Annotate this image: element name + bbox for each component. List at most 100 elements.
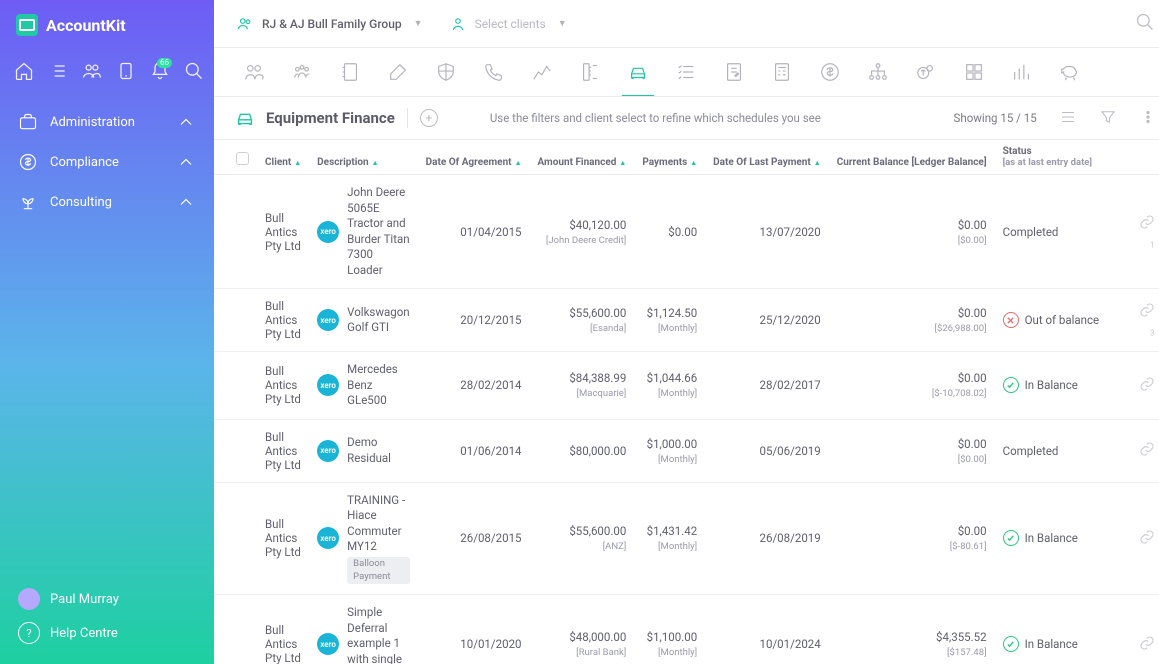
cell-client: Bull Antics Pty Ltd xyxy=(257,175,309,289)
link-icon xyxy=(1139,534,1155,548)
col-status[interactable]: Status[as at last entry date] xyxy=(995,140,1131,175)
xero-icon: xero xyxy=(317,633,339,655)
cell-last-payment: 26/08/2019 xyxy=(705,482,829,595)
cell-date-agreement: 28/02/2014 xyxy=(418,352,530,420)
table-row[interactable]: Bull Antics Pty LtdxeroDemo Residual01/0… xyxy=(214,419,1159,482)
nav-label: Compliance xyxy=(50,155,119,170)
page-title: Equipment Finance xyxy=(234,107,395,129)
home-icon[interactable] xyxy=(14,60,34,82)
tool-edit-doc-icon[interactable] xyxy=(722,60,746,84)
cell-description: xeroDemo Residual xyxy=(309,419,417,482)
tool-growth-icon[interactable] xyxy=(530,60,554,84)
cell-payments: $1,100.00[Monthly] xyxy=(634,595,705,664)
filter-icon[interactable] xyxy=(1099,108,1117,129)
tool-bars-icon[interactable] xyxy=(1010,60,1034,84)
cell-status: Completed xyxy=(995,175,1131,289)
cell-date-agreement: 26/08/2015 xyxy=(418,482,530,595)
cell-link[interactable]: 3 xyxy=(1131,289,1159,352)
tool-shield-icon[interactable] xyxy=(434,60,458,84)
cell-amount: $80,000.00 xyxy=(530,419,635,482)
table-row[interactable]: Bull Antics Pty LtdxeroMercedes Benz GLe… xyxy=(214,352,1159,420)
tool-group-icon[interactable] xyxy=(290,60,314,84)
nav-label: Administration xyxy=(50,115,135,130)
sidebar-footer: Paul Murray ? Help Centre xyxy=(0,568,214,664)
tool-grid-icon[interactable] xyxy=(962,60,986,84)
rows-view-icon[interactable] xyxy=(1059,108,1077,129)
nav-administration[interactable]: Administration xyxy=(0,102,214,142)
table-row[interactable]: Bull Antics Pty LtdxeroTRAINING - Hiace … xyxy=(214,482,1159,595)
showing-count: Showing 15 / 15 xyxy=(954,111,1037,125)
chevron-down-icon: ▼ xyxy=(414,18,423,29)
table-row[interactable]: Bull Antics Pty LtdxeroJohn Deere 5065E … xyxy=(214,175,1159,289)
users-icon[interactable] xyxy=(82,60,102,82)
cell-link[interactable] xyxy=(1131,595,1159,664)
help-row[interactable]: ? Help Centre xyxy=(18,616,196,650)
cell-status: In Balance xyxy=(995,482,1131,595)
chevron-up-icon xyxy=(176,192,196,212)
cell-payments: $1,124.50[Monthly] xyxy=(634,289,705,352)
nav-compliance[interactable]: Compliance xyxy=(0,142,214,182)
col-payments[interactable]: Payments xyxy=(634,140,705,175)
help-label: Help Centre xyxy=(50,626,118,641)
cell-client: Bull Antics Pty Ltd xyxy=(257,595,309,664)
list-icon[interactable] xyxy=(48,60,68,82)
col-balance[interactable]: Current Balance [Ledger Balance] xyxy=(829,140,995,175)
select-clients-picker[interactable]: Select clients ▼ xyxy=(449,15,567,33)
more-icon[interactable] xyxy=(1139,108,1157,129)
cell-client: Bull Antics Pty Ltd xyxy=(257,289,309,352)
col-last-payment[interactable]: Date Of Last Payment xyxy=(705,140,829,175)
cell-payments: $1,044.66[Monthly] xyxy=(634,352,705,420)
help-icon: ? xyxy=(18,622,40,644)
tool-money-gear-icon[interactable] xyxy=(914,60,938,84)
tablet-icon[interactable] xyxy=(116,60,136,82)
col-date-agreement[interactable]: Date Of Agreement xyxy=(418,140,530,175)
plant-icon xyxy=(18,192,38,212)
table-wrap[interactable]: Client Description Date Of Agreement Amo… xyxy=(214,140,1159,664)
col-client[interactable]: Client xyxy=(257,140,309,175)
page-title-text: Equipment Finance xyxy=(266,109,395,127)
check-icon xyxy=(1003,530,1019,546)
tool-users-icon[interactable] xyxy=(242,60,266,84)
bell-icon[interactable]: 66 xyxy=(150,60,170,82)
cell-link[interactable] xyxy=(1131,352,1159,420)
cell-amount: $55,600.00[Esanda] xyxy=(530,289,635,352)
client-group-value: RJ & AJ Bull Family Group xyxy=(262,17,402,31)
link-icon xyxy=(1139,307,1155,321)
cell-payments: $0.00 xyxy=(634,175,705,289)
user-row[interactable]: Paul Murray xyxy=(18,582,196,616)
col-description[interactable]: Description xyxy=(309,140,417,175)
tag-pill: Balloon Payment xyxy=(347,557,409,585)
check-icon xyxy=(1003,636,1019,652)
tool-org-icon[interactable] xyxy=(866,60,890,84)
xero-icon: xero xyxy=(317,309,339,331)
cell-link[interactable] xyxy=(1131,482,1159,595)
briefcase-icon xyxy=(18,112,38,132)
user-name: Paul Murray xyxy=(50,592,119,607)
tool-calc-icon[interactable] xyxy=(770,60,794,84)
cell-link[interactable] xyxy=(1131,419,1159,482)
subheader: Equipment Finance + Use the filters and … xyxy=(214,97,1159,140)
tool-piggy-icon[interactable] xyxy=(1058,60,1082,84)
select-all-checkbox[interactable] xyxy=(236,152,249,165)
cell-balance: $4,355.52[$157.48] xyxy=(829,595,995,664)
cell-balance: $0.00[$0.00] xyxy=(829,175,995,289)
avatar xyxy=(18,588,40,610)
table-row[interactable]: Bull Antics Pty LtdxeroVolkswagon Golf G… xyxy=(214,289,1159,352)
tool-dollar-icon[interactable] xyxy=(818,60,842,84)
search-icon[interactable] xyxy=(184,60,204,82)
tool-checklist-icon[interactable] xyxy=(674,60,698,84)
add-button[interactable]: + xyxy=(420,109,438,127)
nav-consulting[interactable]: Consulting xyxy=(0,182,214,222)
table-row[interactable]: Bull Antics Pty LtdxeroSimple Deferral e… xyxy=(214,595,1159,664)
client-group-picker[interactable]: RJ & AJ Bull Family Group ▼ xyxy=(236,15,423,33)
cell-link[interactable]: 1 xyxy=(1131,175,1159,289)
global-search-icon[interactable] xyxy=(1135,12,1155,35)
link-icon xyxy=(1139,381,1155,395)
tool-notebook-icon[interactable] xyxy=(338,60,362,84)
tool-ruler-icon[interactable] xyxy=(578,60,602,84)
tool-car-icon[interactable] xyxy=(626,60,650,84)
col-amount-financed[interactable]: Amount Financed xyxy=(530,140,635,175)
group-icon xyxy=(236,15,254,33)
tool-pen-icon[interactable] xyxy=(386,60,410,84)
tool-phone-icon[interactable] xyxy=(482,60,506,84)
